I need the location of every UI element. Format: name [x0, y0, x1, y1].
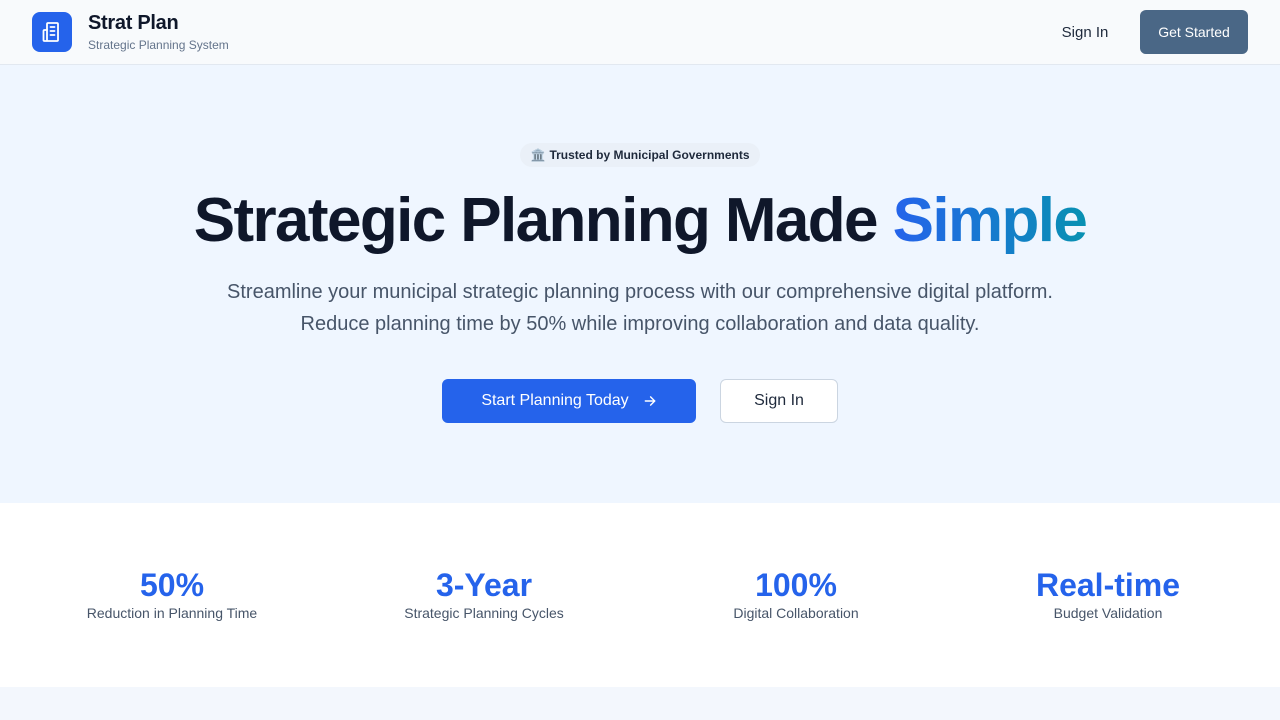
stat-value: 3-Year	[435, 567, 533, 603]
hero-sign-in-button[interactable]: Sign In	[720, 379, 838, 423]
brand-subtitle: Strategic Planning System	[88, 38, 229, 52]
top-nav-bar: Strat Plan Strategic Planning System Sig…	[0, 0, 1280, 65]
hero-title-accent: Simple	[892, 186, 1088, 255]
stat-value: 100%	[755, 567, 837, 603]
government-building-icon: 🏛️	[530, 148, 546, 162]
header-sign-in-button[interactable]: Sign In	[1046, 14, 1124, 50]
stat-digital-collaboration: 100% Digital Collaboration	[640, 567, 952, 621]
hero-subtitle-line-2: Reduce planning time by 50% while improv…	[300, 313, 980, 335]
start-planning-button[interactable]: Start Planning Today	[442, 379, 696, 423]
stat-label: Budget Validation	[1053, 605, 1163, 621]
hero-title: Strategic Planning Made Simple	[0, 185, 1280, 256]
arrow-right-icon	[644, 396, 656, 406]
brand-title: Strat Plan	[88, 12, 179, 34]
stat-label: Reduction in Planning Time	[86, 605, 258, 621]
stats-section: 50% Reduction in Planning Time 3-Year St…	[0, 503, 1280, 687]
stat-label: Digital Collaboration	[733, 605, 859, 621]
stat-budget-validation: Real-time Budget Validation	[952, 567, 1264, 621]
start-planning-label: Start Planning Today	[481, 392, 629, 409]
stat-planning-cycles: 3-Year Strategic Planning Cycles	[328, 567, 640, 621]
stat-value: Real-time	[1035, 567, 1181, 603]
hero-subtitle: Streamline your municipal strategic plan…	[140, 276, 1140, 340]
hero-title-main: Strategic Planning Made	[193, 186, 893, 255]
hero-subtitle-line-1: Streamline your municipal strategic plan…	[227, 281, 1053, 303]
trust-badge: 🏛️ Trusted by Municipal Governments	[520, 143, 760, 167]
hero-section: 🏛️ Trusted by Municipal Governments Stra…	[0, 65, 1280, 503]
trust-badge-text: Trusted by Municipal Governments	[549, 148, 750, 162]
building-icon[interactable]	[32, 12, 72, 52]
stat-value: 50%	[139, 567, 205, 603]
stat-label: Strategic Planning Cycles	[404, 605, 564, 621]
stat-planning-time: 50% Reduction in Planning Time	[16, 567, 328, 621]
next-section-band	[0, 687, 1280, 720]
get-started-button[interactable]: Get Started	[1140, 10, 1248, 54]
